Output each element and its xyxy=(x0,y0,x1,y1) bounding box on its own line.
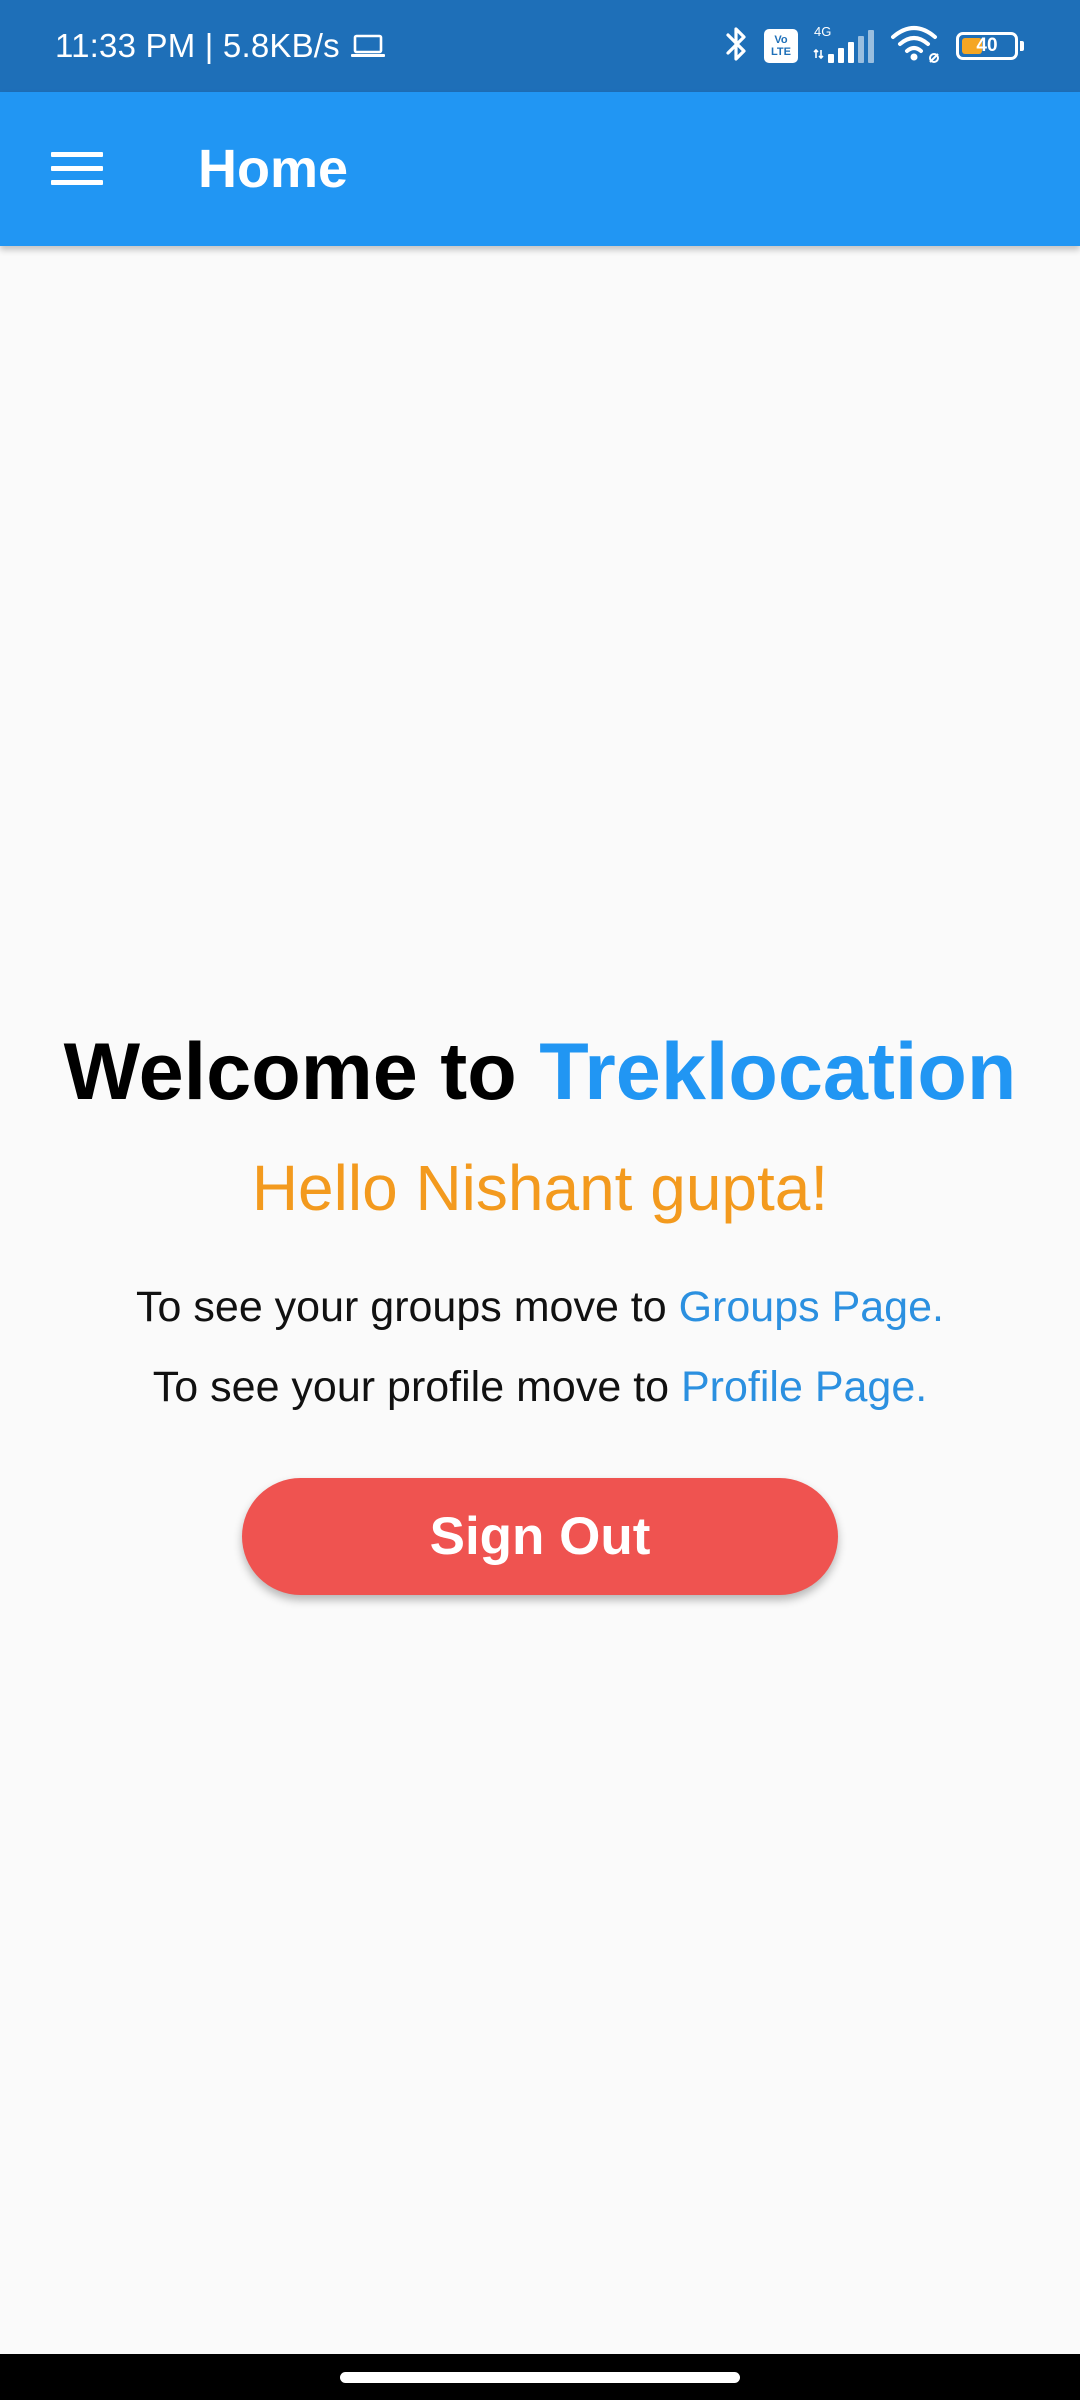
groups-page-link[interactable]: Groups Page. xyxy=(679,1283,944,1331)
home-indicator[interactable] xyxy=(340,2372,740,2383)
welcome-prefix: Welcome to xyxy=(63,1027,540,1117)
groups-info-text: To see your groups move to xyxy=(136,1283,679,1331)
volte-label-bottom: LTE xyxy=(771,46,791,58)
status-left: 11:33 PM | 5.8KB/s xyxy=(55,0,386,92)
volte-icon: Vo LTE xyxy=(764,29,798,63)
battery-icon: 40 xyxy=(956,32,1024,60)
sign-out-button[interactable]: Sign Out xyxy=(242,1478,838,1595)
home-content: Welcome to Treklocation Hello Nishant gu… xyxy=(0,246,1080,2354)
menu-button[interactable] xyxy=(36,131,118,207)
bluetooth-icon xyxy=(724,24,750,69)
laptop-icon xyxy=(350,33,386,59)
battery-level: 40 xyxy=(976,35,998,56)
profile-page-link[interactable]: Profile Page. xyxy=(681,1363,927,1411)
status-right: Vo LTE 4G 40 xyxy=(724,0,1024,92)
system-navigation-bar xyxy=(0,2354,1080,2400)
user-greeting: Hello Nishant gupta! xyxy=(251,1152,829,1224)
welcome-heading: Welcome to Treklocation xyxy=(0,1026,1080,1119)
signal-icon: 4G xyxy=(812,24,876,64)
groups-info-line: To see your groups move to Groups Page. xyxy=(0,1283,1080,1332)
battery-cap xyxy=(1020,41,1024,51)
app-bar: Home xyxy=(0,92,1080,246)
network-type-label: 4G xyxy=(814,24,832,39)
brand-name: Treklocation xyxy=(539,1027,1017,1117)
status-bar: 11:33 PM | 5.8KB/s Vo LTE 4G 40 xyxy=(0,0,1080,92)
wifi-icon xyxy=(890,24,942,69)
profile-info-line: To see your profile move to Profile Page… xyxy=(0,1363,1080,1412)
page-title: Home xyxy=(198,139,349,199)
volte-label-top: Vo xyxy=(774,34,788,46)
profile-info-text: To see your profile move to xyxy=(152,1363,681,1411)
status-time-speed: 11:33 PM | 5.8KB/s xyxy=(55,27,340,64)
hamburger-menu-icon xyxy=(51,152,103,185)
